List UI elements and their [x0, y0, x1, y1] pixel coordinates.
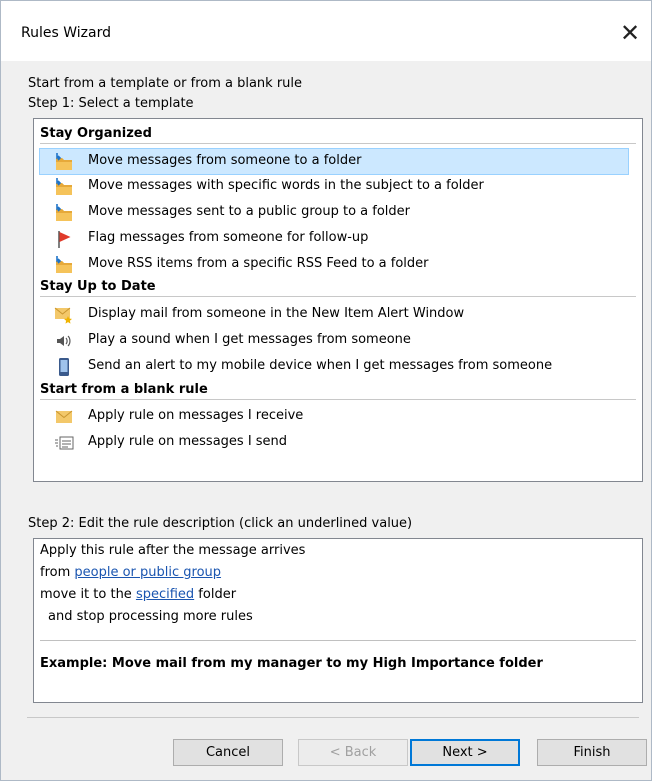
folder-arrow-icon — [56, 204, 72, 221]
group-label: Stay Organized — [40, 126, 152, 141]
description-text: from — [40, 565, 75, 580]
step2-label: Step 2: Edit the rule description (click… — [28, 516, 413, 531]
back-button[interactable]: < Back — [298, 739, 408, 766]
template-item-move-public-group[interactable]: Move messages sent to a public group to … — [40, 200, 628, 225]
description-line: and stop processing more rules — [48, 609, 253, 624]
red-flag-icon — [58, 231, 71, 248]
template-item-label: Display mail from someone in the New Ite… — [88, 306, 465, 321]
step1-label: Step 1: Select a template — [28, 96, 194, 111]
close-icon[interactable]: ✕ — [615, 18, 645, 48]
template-item-move-rss[interactable]: Move RSS items from a specific RSS Feed … — [40, 252, 628, 277]
template-item-move-from-someone[interactable]: Move messages from someone to a folder — [39, 148, 629, 175]
rules-wizard-dialog: Rules Wizard ✕ Start from a template or … — [0, 0, 652, 781]
description-text: move it to the — [40, 587, 136, 602]
template-item-label: Apply rule on messages I send — [88, 434, 288, 449]
group-header-blank-rule: Start from a blank rule — [40, 381, 636, 400]
next-button[interactable]: Next > — [410, 739, 520, 766]
example-text: Example: Move mail from my manager to my… — [40, 656, 543, 671]
description-text: folder — [194, 587, 237, 602]
folder-arrow-icon — [56, 256, 72, 273]
description-separator — [40, 640, 636, 641]
finish-button[interactable]: Finish — [537, 739, 647, 766]
folder-arrow-icon — [56, 153, 72, 170]
envelope-star-icon — [54, 307, 72, 324]
template-item-label: Move messages with specific words in the… — [88, 178, 484, 193]
cancel-button[interactable]: Cancel — [173, 739, 283, 766]
intro-label: Start from a template or from a blank ru… — [28, 76, 303, 91]
group-header-stay-organized: Stay Organized — [40, 125, 636, 144]
template-item-label: Move RSS items from a specific RSS Feed … — [88, 256, 429, 271]
template-item-label: Apply rule on messages I receive — [88, 408, 304, 423]
send-message-icon — [55, 436, 74, 450]
description-line: from people or public group — [40, 565, 221, 580]
template-item-move-specific-words[interactable]: Move messages with specific words in the… — [40, 174, 628, 199]
window-title: Rules Wizard — [21, 25, 111, 41]
mobile-device-icon — [59, 358, 69, 376]
speaker-icon — [57, 335, 71, 347]
template-item-label: Move messages from someone to a folder — [88, 153, 362, 168]
template-item-new-item-alert[interactable]: Display mail from someone in the New Ite… — [40, 302, 628, 327]
template-item-play-sound[interactable]: Play a sound when I get messages from so… — [40, 328, 628, 353]
specified-folder-link[interactable]: specified — [136, 587, 194, 602]
group-header-stay-up-to-date: Stay Up to Date — [40, 278, 636, 297]
template-item-label: Move messages sent to a public group to … — [88, 204, 410, 219]
template-list[interactable]: Stay Organized Move messages from someon… — [33, 118, 643, 482]
template-item-apply-send[interactable]: Apply rule on messages I send — [40, 430, 628, 455]
group-label: Stay Up to Date — [40, 279, 156, 294]
rule-description-box: Apply this rule after the message arrive… — [33, 538, 643, 703]
folder-arrow-icon — [56, 178, 72, 195]
description-line: Apply this rule after the message arrive… — [40, 543, 306, 558]
template-item-label: Send an alert to my mobile device when I… — [88, 358, 553, 373]
description-line: move it to the specified folder — [40, 587, 236, 602]
envelope-icon — [55, 410, 73, 423]
template-item-mobile-alert[interactable]: Send an alert to my mobile device when I… — [40, 354, 628, 379]
template-item-label: Flag messages from someone for follow-up — [88, 230, 369, 245]
template-item-flag-followup[interactable]: Flag messages from someone for follow-up — [40, 226, 628, 251]
template-item-label: Play a sound when I get messages from so… — [88, 332, 411, 347]
people-or-public-group-link[interactable]: people or public group — [74, 565, 221, 580]
group-label: Start from a blank rule — [40, 382, 208, 397]
title-bar: Rules Wizard ✕ — [1, 1, 651, 61]
template-item-apply-receive[interactable]: Apply rule on messages I receive — [40, 404, 628, 429]
button-separator — [27, 717, 639, 718]
